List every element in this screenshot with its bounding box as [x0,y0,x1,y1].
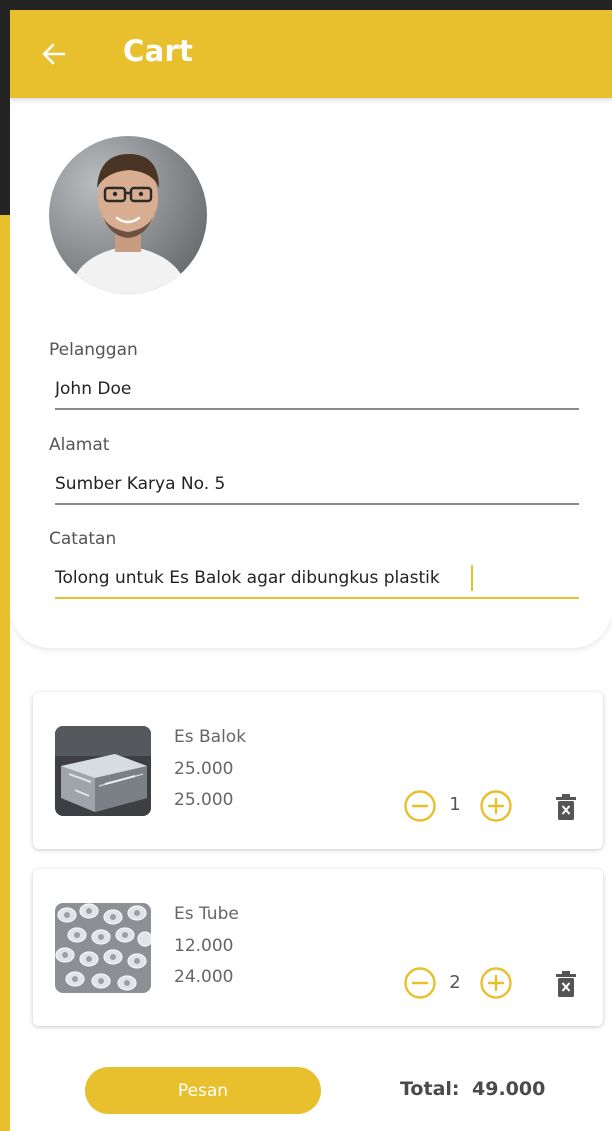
item-price: 25.000 [174,759,234,779]
item-subtotal: 24.000 [174,967,234,987]
app-bar: Cart [10,10,612,98]
decrease-quantity-button[interactable] [403,789,437,823]
quantity-value: 2 [449,972,461,993]
increase-quantity-button[interactable] [479,789,513,823]
plus-circle-icon [480,790,512,822]
quantity-value: 1 [449,794,461,815]
delete-item-button[interactable] [555,970,577,998]
trash-icon [556,794,576,820]
total-value: 49.000 [472,1078,546,1100]
cart-item: Es Tube 12.000 24.000 2 [33,869,603,1026]
avatar [49,136,207,294]
customer-input[interactable] [55,370,579,410]
plus-circle-icon [480,967,512,999]
decrease-quantity-button[interactable] [403,966,437,1000]
arrow-left-icon [42,43,66,65]
note-input[interactable] [55,559,579,599]
page-title: Cart [123,34,194,68]
increase-quantity-button[interactable] [479,966,513,1000]
customer-label: Pelanggan [49,340,138,360]
product-image-es-tube [55,903,151,993]
item-subtotal: 25.000 [174,790,234,810]
address-label: Alamat [49,435,110,455]
product-image-es-balok [55,726,151,816]
order-button[interactable]: Pesan [85,1067,321,1114]
back-button[interactable] [36,36,72,72]
note-label: Catatan [49,529,117,549]
item-price: 12.000 [174,936,234,956]
cart-item: Es Balok 25.000 25.000 1 [33,692,603,849]
item-name: Es Balok [174,727,247,747]
item-name: Es Tube [174,904,239,924]
minus-circle-icon [404,790,436,822]
total-label: Total: [400,1078,460,1100]
delete-item-button[interactable] [555,793,577,821]
customer-form-card: Pelanggan Alamat Catatan [10,98,612,648]
cart-screen: Cart Pelanggan John Doe Alamat Sumber Ka… [10,10,612,1131]
trash-icon [556,971,576,997]
address-input[interactable] [55,465,579,505]
minus-circle-icon [404,967,436,999]
text-caret [471,565,473,591]
